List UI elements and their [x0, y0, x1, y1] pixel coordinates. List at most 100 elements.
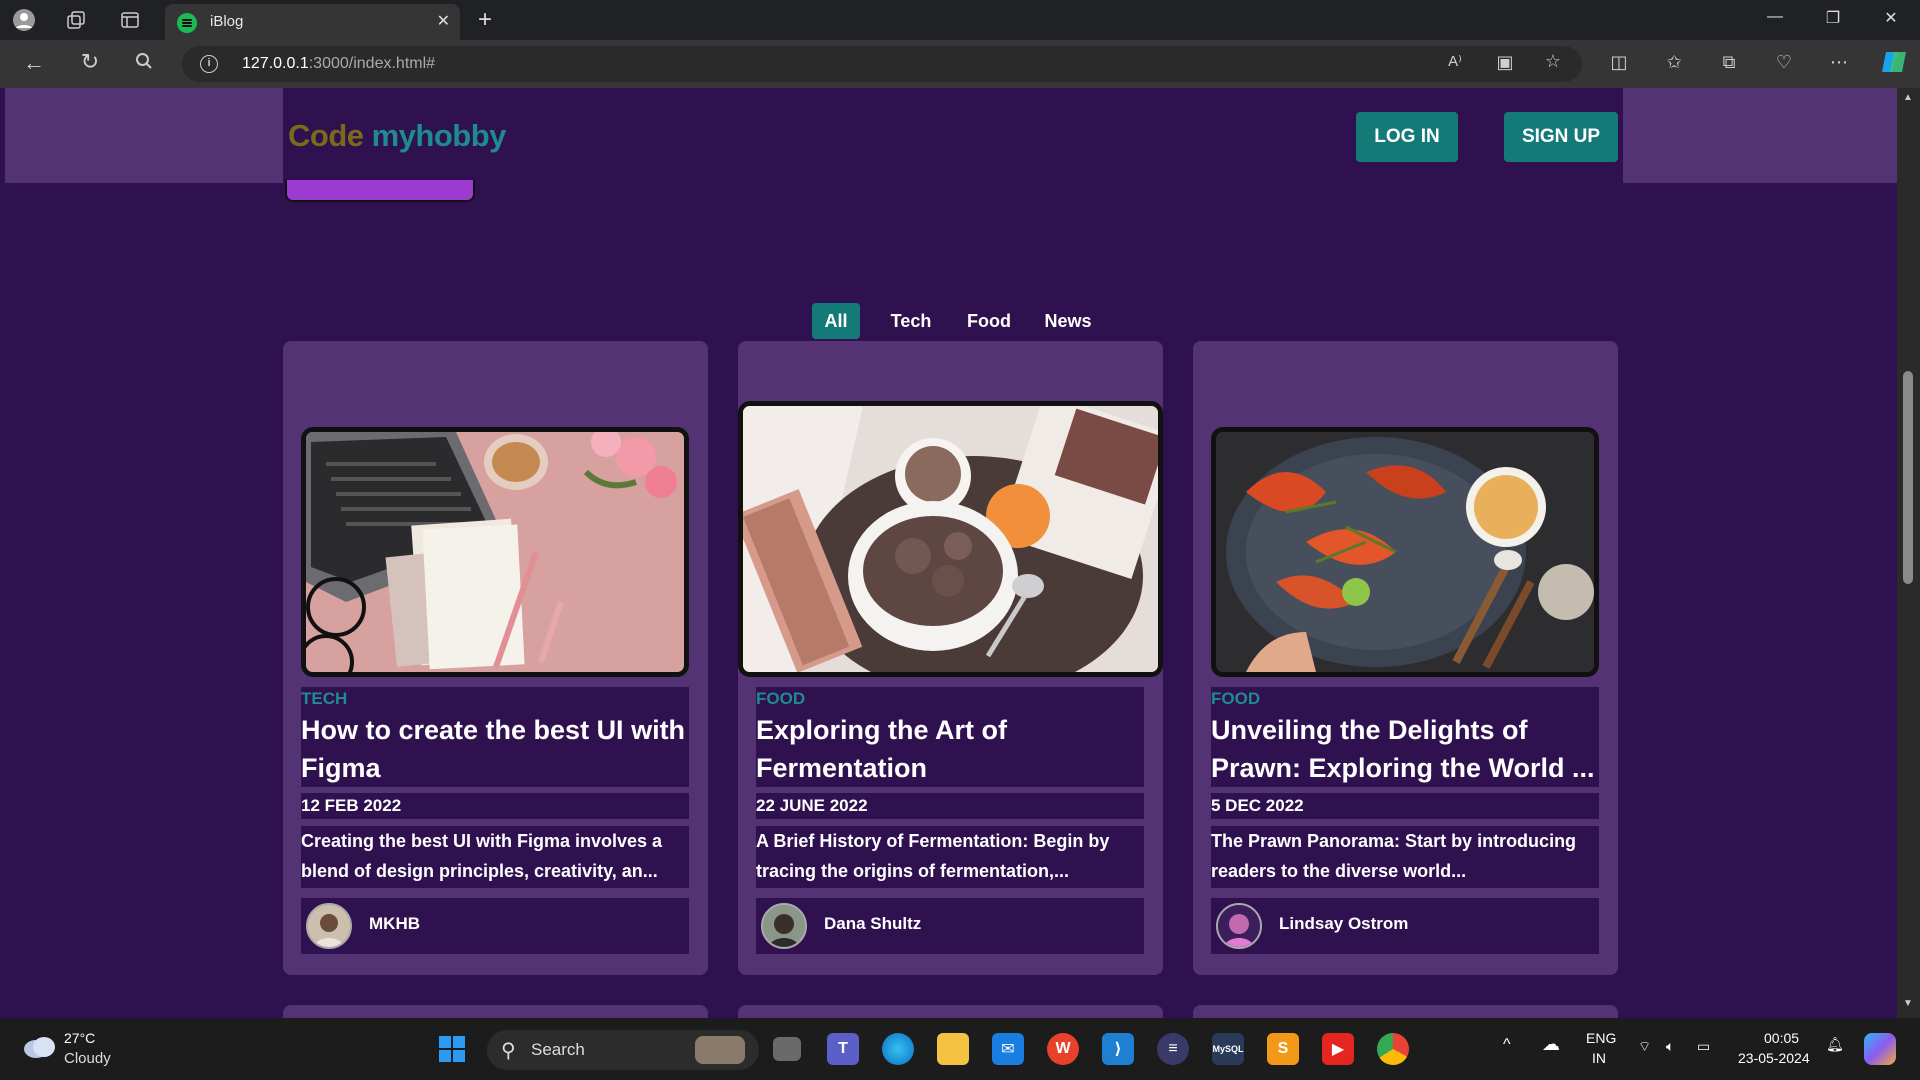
favorites-icon[interactable]: ✩ — [1661, 52, 1687, 73]
card-author-row: Lindsay Ostrom — [1211, 898, 1599, 954]
card-title[interactable]: Exploring the Art of Fermentation — [756, 711, 1144, 787]
scroll-down-icon[interactable]: ▼ — [1903, 998, 1913, 1009]
site-logo[interactable]: Code myhobby — [288, 118, 506, 154]
logo-part-code: Code — [288, 118, 364, 153]
show-hidden-icons-icon[interactable]: ^ — [1503, 1036, 1511, 1054]
copilot-taskbar-icon[interactable] — [1864, 1033, 1896, 1065]
blog-card-partial[interactable] — [283, 1005, 708, 1018]
card-image-fermentation[interactable] — [738, 401, 1163, 677]
weather-temp[interactable]: 27°C — [64, 1030, 95, 1046]
vertical-tabs-icon[interactable] — [118, 8, 142, 32]
edge-icon[interactable] — [882, 1033, 914, 1065]
filter-all[interactable]: All — [812, 303, 860, 339]
card-title[interactable]: How to create the best UI with Figma — [301, 711, 689, 787]
author-avatar — [1216, 903, 1262, 949]
blog-card[interactable]: FOOD Exploring the Art of Fermentation 2… — [738, 341, 1163, 975]
browser-essentials-icon[interactable]: ♡ — [1771, 52, 1797, 73]
close-tab-icon[interactable]: ✕ — [437, 11, 450, 31]
card-date: 5 DEC 2022 — [1211, 793, 1599, 819]
sublime-text-icon[interactable]: S — [1267, 1033, 1299, 1065]
filter-news[interactable]: News — [1038, 303, 1098, 339]
split-screen-icon[interactable]: ◫ — [1606, 52, 1632, 73]
scroll-up-icon[interactable]: ▲ — [1903, 92, 1913, 103]
login-button[interactable]: LOG IN — [1356, 112, 1458, 162]
search-label: Search — [531, 1040, 585, 1059]
onedrive-cloud-icon[interactable]: ☁ — [1542, 1034, 1560, 1055]
card-category: TECH — [301, 687, 689, 711]
clock-time[interactable]: 00:05 — [1764, 1030, 1799, 1046]
close-window-icon[interactable]: ✕ — [1876, 8, 1906, 28]
card-title[interactable]: Unveiling the Delights of Prawn: Explori… — [1211, 711, 1599, 787]
browser-tab-bar: iBlog ✕ + — ❐ ✕ — [0, 0, 1920, 40]
teams-icon[interactable]: T — [827, 1033, 859, 1065]
weather-desc[interactable]: Cloudy — [64, 1050, 111, 1067]
task-view-icon[interactable] — [773, 1037, 801, 1061]
author-name[interactable]: Dana Shultz — [824, 914, 921, 934]
refresh-icon[interactable]: ↻ — [77, 49, 103, 75]
volume-icon[interactable]: 🔈︎ — [1666, 1038, 1674, 1055]
minimize-icon[interactable]: — — [1760, 8, 1790, 26]
logo-part-myhobby: myhobby — [371, 118, 507, 153]
author-avatar — [761, 903, 807, 949]
card-image-laptop-notebook[interactable] — [301, 427, 689, 677]
windows-taskbar: 27°C Cloudy ⚲ Search T ✉ W ⟩ ≡ MySQL S ▶… — [0, 1018, 1920, 1080]
card-author-row: MKHB — [301, 898, 689, 954]
cloudy-weather-icon[interactable] — [22, 1033, 56, 1064]
card-image-prawn[interactable] — [1211, 427, 1599, 677]
workspaces-icon[interactable] — [64, 8, 88, 32]
new-tab-icon[interactable]: + — [478, 6, 492, 34]
chrome-icon[interactable] — [1377, 1033, 1409, 1065]
blog-card-partial[interactable] — [738, 1005, 1163, 1018]
youtube-icon[interactable]: ▶ — [1322, 1033, 1354, 1065]
back-icon[interactable]: ← — [21, 50, 47, 76]
favorite-star-icon[interactable]: ☆ — [1540, 51, 1566, 72]
collections-icon[interactable]: ⧉ — [1716, 52, 1742, 73]
notifications-icon[interactable]: 🔔︎ — [1826, 1036, 1844, 1053]
restore-icon[interactable]: ❐ — [1818, 8, 1848, 28]
card-description: Creating the best UI with Figma involves… — [301, 826, 689, 888]
battery-icon[interactable]: ▭ — [1697, 1038, 1710, 1055]
address-bar-row: ← ↻ i 127.0.0.1:3000/index.html# A⁾ ▣ ☆ … — [0, 40, 1920, 88]
card-category: FOOD — [1211, 687, 1599, 711]
taskbar-search[interactable]: ⚲ Search — [487, 1030, 759, 1070]
clock-date[interactable]: 23-05-2024 — [1738, 1050, 1810, 1066]
card-description: A Brief History of Fermentation: Begin b… — [756, 826, 1144, 888]
language-top[interactable]: ENG — [1586, 1030, 1616, 1046]
mysql-icon[interactable]: MySQL — [1212, 1033, 1244, 1065]
signup-button[interactable]: SIGN UP — [1504, 112, 1618, 162]
card-category: FOOD — [756, 687, 1144, 711]
wps-office-icon[interactable]: W — [1047, 1033, 1079, 1065]
page-scrollbar[interactable]: ▲ ▼ — [1897, 88, 1920, 1018]
more-options-icon[interactable]: ⋯ — [1826, 52, 1852, 73]
blog-card[interactable]: TECH How to create the best UI with Figm… — [283, 341, 708, 975]
author-name[interactable]: MKHB — [369, 914, 420, 934]
scrollbar-thumb[interactable] — [1903, 371, 1913, 584]
author-avatar — [306, 903, 352, 949]
url-field[interactable]: i 127.0.0.1:3000/index.html# A⁾ ▣ ☆ — [182, 46, 1582, 82]
filter-food[interactable]: Food — [961, 303, 1017, 339]
card-date: 22 JUNE 2022 — [756, 793, 1144, 819]
language-bottom[interactable]: IN — [1592, 1050, 1606, 1066]
search-highlight-icon — [695, 1036, 745, 1064]
blog-card[interactable]: FOOD Unveiling the Delights of Prawn: Ex… — [1193, 341, 1618, 975]
site-info-icon[interactable]: i — [200, 55, 218, 73]
copilot-icon[interactable] — [1880, 48, 1906, 81]
card-author-row: Dana Shultz — [756, 898, 1144, 954]
card-description: The Prawn Panorama: Start by introducing… — [1211, 826, 1599, 888]
mail-icon[interactable]: ✉ — [992, 1033, 1024, 1065]
browser-tab[interactable]: iBlog ✕ — [165, 4, 460, 40]
immersive-reader-icon[interactable]: ▣ — [1492, 52, 1518, 73]
wifi-icon[interactable]: ⌔ — [1638, 1038, 1651, 1056]
author-name[interactable]: Lindsay Ostrom — [1279, 914, 1408, 934]
file-explorer-icon[interactable] — [937, 1033, 969, 1065]
filter-tech[interactable]: Tech — [883, 303, 939, 339]
hero-button[interactable] — [285, 180, 475, 202]
eclipse-icon[interactable]: ≡ — [1157, 1033, 1189, 1065]
read-aloud-icon[interactable]: A⁾ — [1442, 52, 1468, 70]
windows-start-icon[interactable] — [436, 1033, 468, 1065]
profile-icon[interactable] — [12, 8, 36, 32]
blog-card-partial[interactable] — [1193, 1005, 1618, 1018]
vscode-icon[interactable]: ⟩ — [1102, 1033, 1134, 1065]
search-icon[interactable] — [131, 52, 157, 75]
card-date: 12 FEB 2022 — [301, 793, 689, 819]
